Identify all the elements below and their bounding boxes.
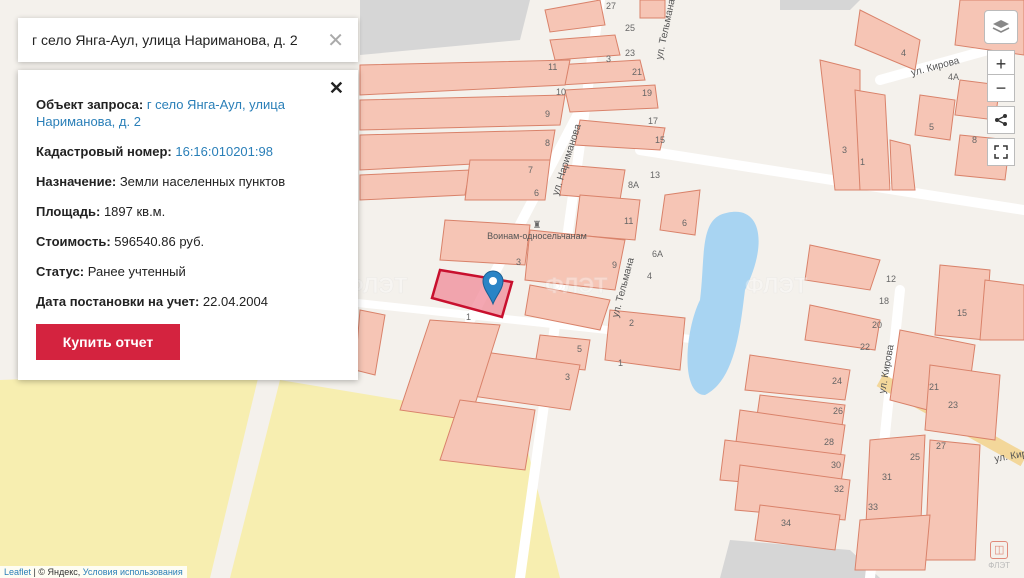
- svg-text:ФЛЭТ: ФЛЭТ: [745, 273, 808, 298]
- map-attribution: Leaflet | © Яндекс, Условия использовани…: [0, 566, 187, 578]
- house-number: 10: [556, 87, 566, 97]
- search-box[interactable]: г село Янга-Аул, улица Нариманова, д. 2 …: [18, 18, 358, 62]
- house-number: 9: [612, 260, 617, 270]
- house-number: 19: [642, 88, 652, 98]
- area-label: Площадь:: [36, 204, 101, 219]
- house-number: 21: [632, 67, 642, 77]
- layers-icon[interactable]: [984, 10, 1018, 44]
- gray-area: [780, 0, 860, 10]
- house-number: 15: [655, 135, 665, 145]
- terms-link[interactable]: Условия использования: [83, 567, 183, 577]
- purpose-row: Назначение: Земли населенных пунктов: [36, 173, 340, 190]
- house-number: 27: [606, 1, 616, 11]
- house-number: 32: [834, 484, 844, 494]
- date-row: Дата постановки на учет: 22.04.2004: [36, 293, 340, 310]
- close-icon[interactable]: ✕: [327, 28, 344, 53]
- house-number: 33: [868, 502, 878, 512]
- object-label: Объект запроса:: [36, 97, 144, 112]
- house-number: 26: [833, 406, 843, 416]
- house-number: 25: [910, 452, 920, 462]
- house-number: 2: [629, 318, 634, 328]
- house-number: 31: [882, 472, 892, 482]
- share-icon[interactable]: [987, 106, 1015, 134]
- house-number: 34: [781, 518, 791, 528]
- brand-logo: ◫ ФЛЭТ: [988, 541, 1010, 570]
- house-number: 11: [624, 216, 633, 226]
- status-value: Ранее учтенный: [87, 264, 186, 279]
- status-label: Статус:: [36, 264, 85, 279]
- purpose-value: Земли населенных пунктов: [119, 174, 286, 189]
- house-number: 6А: [652, 249, 663, 259]
- cadastral-row: Кадастровый номер: 16:16:010201:98: [36, 143, 340, 160]
- house-number: 3: [565, 372, 570, 382]
- area-value: 1897 кв.м.: [103, 204, 166, 219]
- date-label: Дата постановки на учет:: [36, 294, 200, 309]
- house-number: 1: [466, 312, 471, 322]
- leaflet-link[interactable]: Leaflet: [4, 567, 31, 577]
- house-number: 13: [650, 170, 660, 180]
- house-number: 6: [682, 218, 687, 228]
- house-number: 8: [972, 135, 977, 145]
- monument-icon: ♜: [533, 220, 542, 231]
- house-number: 4: [901, 48, 906, 58]
- house-number: 20: [872, 320, 882, 330]
- house-number: 18: [879, 296, 889, 306]
- cost-row: Стоимость: 596540.86 руб.: [36, 233, 340, 250]
- house-number: 30: [831, 460, 841, 470]
- cost-label: Стоимость:: [36, 234, 111, 249]
- cost-value: 596540.86 руб.: [114, 234, 205, 249]
- house-number: 11: [548, 62, 557, 72]
- search-address[interactable]: г село Янга-Аул, улица Нариманова, д. 2: [32, 32, 298, 48]
- house-number: 5: [577, 344, 582, 354]
- house-number: 22: [860, 342, 870, 352]
- house-number: 17: [648, 116, 658, 126]
- house-number: 8: [545, 138, 550, 148]
- cadastral-label: Кадастровый номер:: [36, 144, 172, 159]
- house-number: 7: [528, 165, 533, 175]
- monument-label: Воинам-односельчанам: [487, 231, 587, 241]
- house-number: 6: [534, 188, 539, 198]
- close-icon[interactable]: ✕: [329, 78, 344, 99]
- house-number: 8А: [628, 180, 639, 190]
- fullscreen-icon[interactable]: [987, 138, 1015, 166]
- date-value: 22.04.2004: [202, 294, 268, 309]
- purpose-label: Назначение:: [36, 174, 117, 189]
- house-number: 9: [545, 109, 550, 119]
- buy-report-button[interactable]: Купить отчет: [36, 324, 180, 360]
- house-number: 25: [625, 23, 635, 33]
- house-number: 28: [824, 437, 834, 447]
- house-number: 24: [832, 376, 842, 386]
- house-number: 1: [860, 157, 865, 167]
- yandex-copyright: © Яндекс,: [38, 567, 81, 577]
- house-number: 4А: [948, 72, 959, 82]
- object-row: Объект запроса: г село Янга-Аул, улица Н…: [36, 96, 340, 130]
- house-number: 27: [936, 441, 946, 451]
- house-number: 3: [516, 257, 521, 267]
- status-row: Статус: Ранее учтенный: [36, 263, 340, 280]
- info-panel: ✕ Объект запроса: г село Янга-Аул, улица…: [18, 70, 358, 380]
- house-number: 21: [929, 382, 939, 392]
- house-number: 5: [929, 122, 934, 132]
- house-number: 3: [606, 54, 611, 64]
- house-number: 15: [957, 308, 967, 318]
- svg-text:ФЛЭТ: ФЛЭТ: [545, 273, 608, 298]
- house-number: 23: [625, 48, 635, 58]
- brand-icon: ◫: [990, 541, 1009, 559]
- area-row: Площадь: 1897 кв.м.: [36, 203, 340, 220]
- zoom-out-button[interactable]: −: [987, 74, 1015, 102]
- brand-name: ФЛЭТ: [988, 561, 1010, 570]
- house-number: 1: [618, 358, 623, 368]
- house-number: 4: [647, 271, 652, 281]
- house-number: 3: [842, 145, 847, 155]
- house-number: 23: [948, 400, 958, 410]
- cadastral-number-link[interactable]: 16:16:010201:98: [175, 144, 273, 159]
- house-number: 12: [886, 274, 896, 284]
